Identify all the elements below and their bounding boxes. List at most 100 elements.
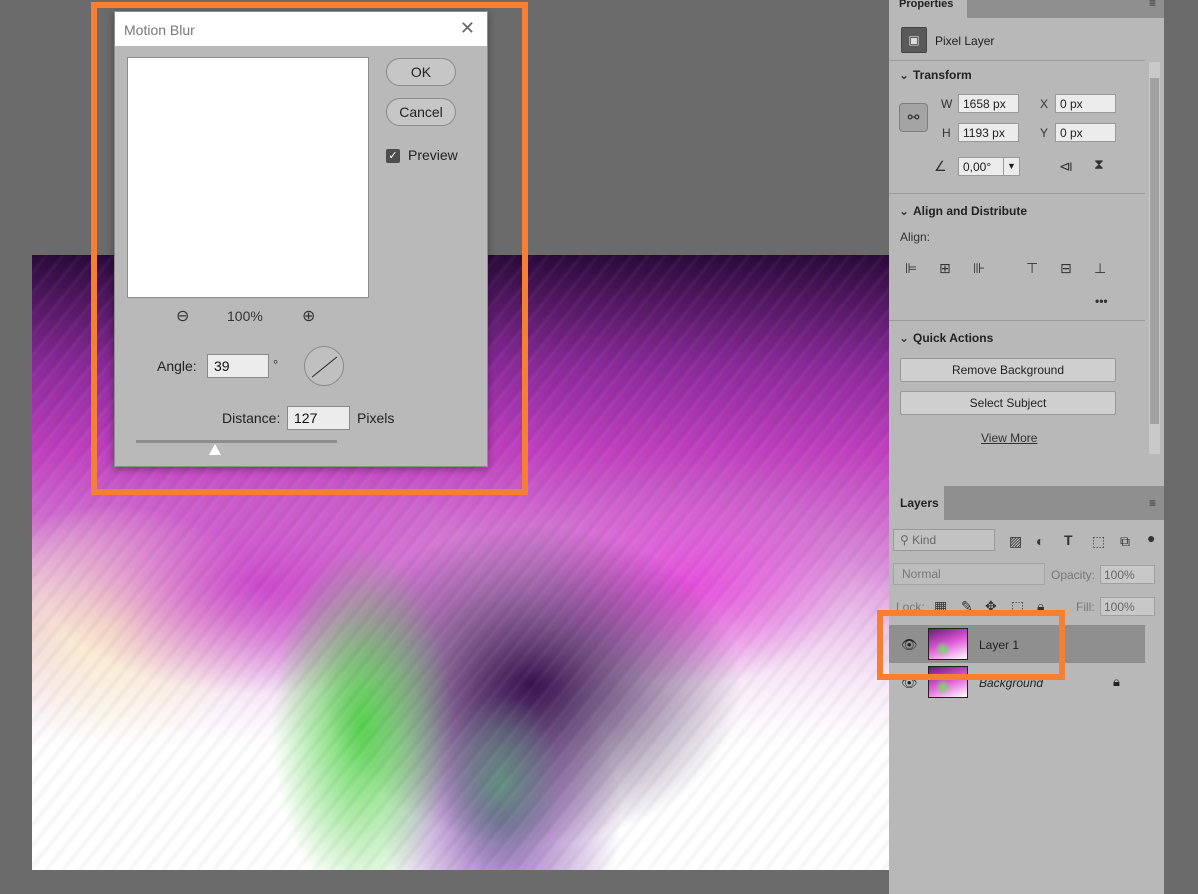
layer-name: Layer 1 — [979, 638, 1020, 652]
angle-icon: ∠ — [934, 158, 947, 174]
fill-label: Fill: — [1076, 600, 1095, 614]
distance-unit: Pixels — [357, 410, 395, 426]
image-icon: ▣ — [901, 27, 927, 53]
angle-dial[interactable] — [304, 346, 344, 386]
y-input[interactable]: 0 px — [1055, 123, 1116, 142]
quick-actions-header[interactable]: ⌄ Quick Actions — [899, 331, 993, 345]
distance-input[interactable]: 127 — [287, 406, 350, 430]
motion-blur-dialog: Motion Blur ✕ OK Cancel ✓ Preview ⊖ 100%… — [114, 11, 488, 467]
dialog-title: Motion Blur — [124, 22, 195, 38]
layer-name: Background — [979, 676, 1044, 690]
chevron-down-icon: ⌄ — [899, 68, 910, 82]
lock-transparent-icon[interactable]: ▦ — [934, 598, 947, 615]
divider — [889, 193, 1145, 194]
y-label: Y — [1040, 126, 1049, 140]
layer-row[interactable]: 👁︎ Layer 1 — [889, 625, 1145, 663]
transform-header[interactable]: ⌄ Transform — [899, 68, 972, 82]
divider — [889, 60, 1145, 61]
layers-panel: Layers ≡ ⚲ Kind ▨ ◐ T ⬚ ⧉ ● Normal Opaci… — [889, 486, 1164, 894]
distance-label: Distance: — [222, 410, 281, 426]
smart-object-filter-icon[interactable]: ⧉ — [1120, 533, 1130, 550]
adjustment-filter-icon[interactable]: ◐ — [1036, 533, 1044, 549]
panel-menu-icon[interactable]: ≡ — [1149, 496, 1156, 510]
angle-dial-needle — [311, 356, 338, 378]
lock-icon: 🔒︎ — [1113, 674, 1120, 689]
lock-all-icon[interactable]: 🔒︎ — [1037, 598, 1044, 615]
lock-position-icon[interactable]: ✥ — [985, 598, 997, 615]
degree-symbol: ° — [273, 357, 279, 372]
flip-vertical-icon[interactable]: ⧗ — [1094, 156, 1104, 173]
kind-filter-placeholder: Kind — [912, 533, 937, 547]
x-input[interactable]: 0 px — [1055, 94, 1116, 113]
preview-window[interactable] — [127, 57, 369, 298]
align-left-icon[interactable]: ⊫ — [905, 260, 917, 277]
zoom-in-icon[interactable]: ⊕ — [302, 306, 315, 326]
scrollbar-thumb[interactable] — [1150, 78, 1159, 424]
view-more-link[interactable]: View More — [981, 431, 1037, 445]
properties-panel: Properties ≡ ▣ Pixel Layer ⌄ Transform ⚯ … — [889, 0, 1164, 486]
angle-input[interactable]: 39 — [207, 354, 269, 378]
lock-artboard-icon[interactable]: ⬚ — [1011, 598, 1024, 615]
eye-icon[interactable]: 👁︎ — [901, 675, 918, 691]
align-bottom-icon[interactable]: ⊥ — [1094, 260, 1106, 277]
align-header[interactable]: ⌄ Align and Distribute — [899, 204, 1027, 218]
quick-actions-title: Quick Actions — [913, 331, 994, 345]
opacity-input[interactable]: 100% — [1100, 565, 1155, 584]
remove-background-button[interactable]: Remove Background — [900, 358, 1116, 382]
filter-toggle-icon[interactable]: ● — [1147, 530, 1155, 546]
lock-label: Lock: — [896, 600, 925, 614]
align-top-icon[interactable]: ⊤ — [1026, 260, 1038, 277]
layer-type-label: Pixel Layer — [935, 34, 995, 48]
link-icon[interactable]: ⚯ — [899, 103, 928, 132]
fill-input[interactable]: 100% — [1100, 597, 1155, 616]
align-horizontal-center-icon[interactable]: ⊞ — [939, 260, 951, 277]
layer-row[interactable]: 👁︎ Background 🔒︎ — [889, 663, 1145, 701]
layer-thumbnail — [928, 666, 968, 698]
select-subject-button[interactable]: Select Subject — [900, 391, 1116, 415]
align-right-icon[interactable]: ⊪ — [973, 260, 985, 277]
flip-horizontal-icon[interactable]: ⧏ — [1059, 158, 1073, 175]
lock-image-icon[interactable]: ✎ — [961, 598, 973, 615]
distance-slider-thumb[interactable] — [209, 444, 221, 455]
properties-scrollbar[interactable] — [1149, 62, 1160, 454]
chevron-down-icon: ⌄ — [899, 204, 910, 218]
h-label: H — [942, 126, 951, 140]
align-label: Align: — [900, 230, 931, 244]
zoom-level: 100% — [227, 308, 263, 324]
tab-layers[interactable]: Layers — [889, 486, 944, 520]
properties-tabbar: Properties ≡ — [889, 0, 1164, 18]
rotation-angle-select[interactable]: 0,00° ▼ — [958, 157, 1020, 176]
chevron-down-icon: ⌄ — [899, 331, 910, 345]
chevron-down-icon: ▼ — [1003, 158, 1019, 175]
align-vertical-center-icon[interactable]: ⊟ — [1060, 260, 1072, 277]
width-input[interactable]: 1658 px — [958, 94, 1019, 113]
zoom-out-icon[interactable]: ⊖ — [176, 306, 189, 326]
shape-filter-icon[interactable]: ⬚ — [1092, 533, 1105, 550]
kind-filter-select[interactable]: ⚲ Kind — [893, 529, 995, 551]
more-options-icon[interactable]: ••• — [1095, 294, 1108, 308]
panel-menu-icon[interactable]: ≡ — [1149, 0, 1156, 10]
opacity-label: Opacity: — [1051, 568, 1096, 582]
layers-tabbar: Layers ≡ — [889, 486, 1164, 520]
tab-properties[interactable]: Properties — [889, 0, 967, 18]
type-filter-icon[interactable]: T — [1064, 532, 1073, 548]
close-icon[interactable]: ✕ — [460, 19, 475, 37]
dialog-titlebar[interactable]: Motion Blur ✕ — [115, 12, 487, 46]
rotation-angle-value: 0,00° — [963, 160, 992, 174]
preview-checkbox[interactable]: ✓ — [386, 149, 400, 163]
ok-button[interactable]: OK — [386, 58, 456, 86]
workspace-edge — [1164, 0, 1198, 894]
eye-icon[interactable]: 👁︎ — [901, 637, 918, 653]
search-icon: ⚲ — [900, 533, 913, 547]
w-label: W — [941, 97, 953, 111]
height-input[interactable]: 1193 px — [958, 123, 1019, 142]
blend-mode-select[interactable]: Normal — [893, 563, 1045, 585]
cancel-button[interactable]: Cancel — [386, 98, 456, 126]
angle-label: Angle: — [157, 358, 197, 374]
layer-thumbnail — [928, 628, 968, 660]
pixel-filter-icon[interactable]: ▨ — [1009, 533, 1022, 550]
divider — [889, 320, 1145, 321]
preview-label: Preview — [408, 147, 458, 163]
transform-title: Transform — [913, 68, 972, 82]
distance-slider[interactable] — [136, 440, 337, 443]
